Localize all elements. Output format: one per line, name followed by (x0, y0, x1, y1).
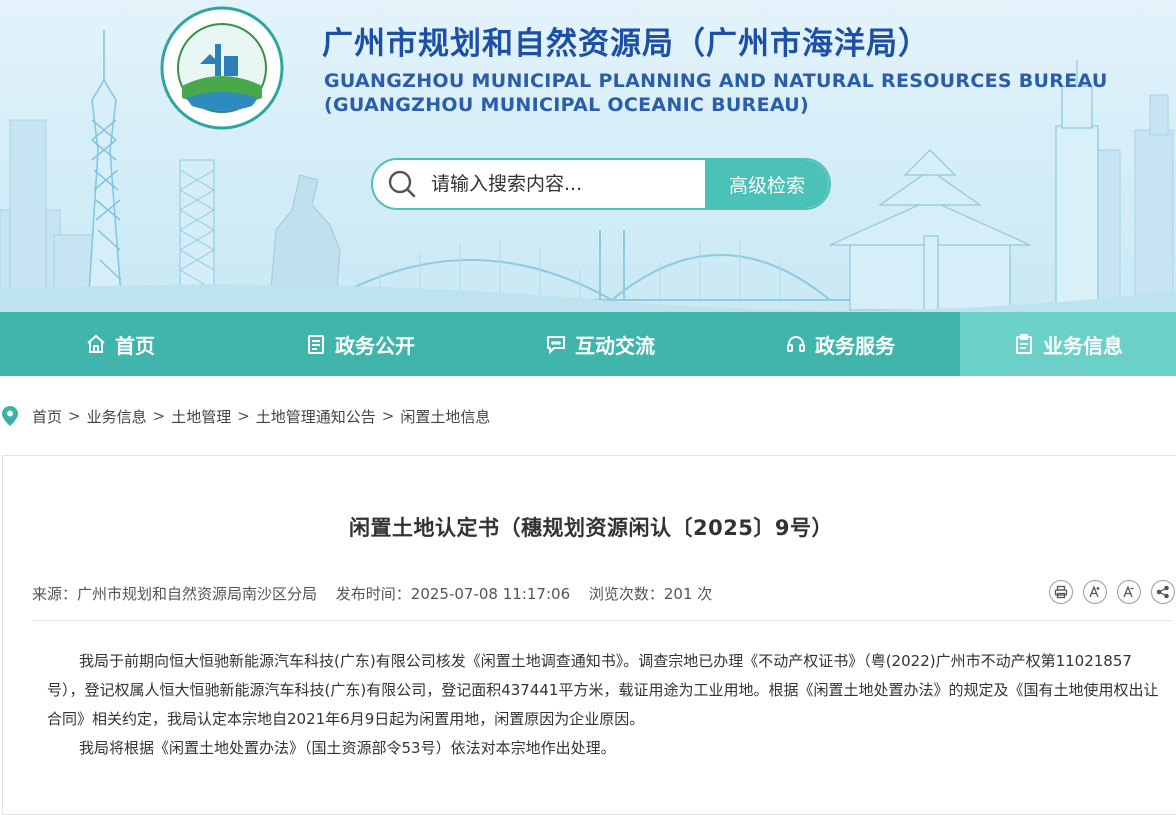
article-body: 我局于前期向恒大恒驰新能源汽车科技(广东)有限公司核发《闲置土地调查通知书》。调… (47, 647, 1169, 763)
nav-label: 业务信息 (1043, 333, 1123, 358)
article-panel: 闲置土地认定书（穗规划资源闲认〔2025〕9号） 来源：广州市规划和自然资源局南… (2, 455, 1176, 815)
chat-icon (547, 336, 565, 355)
divider (32, 620, 1172, 621)
breadcrumb-separator: > (68, 407, 81, 425)
print-icon[interactable] (1049, 580, 1073, 604)
breadcrumb-separator: > (237, 407, 250, 425)
article-title: 闲置土地认定书（穗规划资源闲认〔2025〕9号） (348, 516, 834, 540)
breadcrumb-idle-land-info[interactable]: 闲置土地信息 (400, 406, 490, 427)
site-title: 广州市规划和自然资源局（广州市海洋局） (322, 26, 930, 62)
breadcrumb-home[interactable]: 首页 (32, 406, 62, 427)
nav-label: 政务公开 (335, 333, 415, 358)
search-bar: 高级检索 (371, 158, 831, 210)
nav-item-services[interactable]: 政务服务 (720, 312, 960, 376)
breadcrumb-business-info[interactable]: 业务信息 (87, 406, 147, 427)
breadcrumb-land-management[interactable]: 土地管理 (171, 406, 231, 427)
nav-item-government-affairs[interactable]: 政务公开 (240, 312, 480, 376)
nav-item-home[interactable]: 首页 (0, 312, 240, 376)
clipboard-icon (1016, 334, 1032, 354)
font-increase-icon[interactable] (1083, 580, 1107, 604)
nav-label: 政务服务 (815, 333, 895, 358)
share-icon[interactable] (1151, 580, 1175, 604)
document-icon (308, 335, 324, 354)
nav-item-business-info[interactable]: 业务信息 (960, 312, 1176, 376)
breadcrumb-separator: > (381, 407, 395, 425)
bureau-logo (160, 6, 284, 130)
breadcrumb-land-notices[interactable]: 土地管理通知公告 (256, 406, 376, 427)
header-banner: 广州市规划和自然资源局（广州市海洋局） GUANGZHOU MUNICIPAL … (0, 0, 1176, 312)
main-nav: 首页 政务公开 互动交流 政务服务 业务信息 (0, 312, 1176, 376)
search-icon[interactable] (373, 160, 431, 208)
advanced-search-button[interactable]: 高级检索 (705, 160, 829, 208)
location-pin-icon (2, 406, 26, 426)
article-paragraph: 我局将根据《闲置土地处置办法》（国土资源部令53号）依法对本宗地作出处理。 (79, 739, 616, 757)
nav-label: 首页 (115, 333, 155, 358)
nav-label: 互动交流 (575, 333, 655, 358)
breadcrumb-separator: > (152, 407, 166, 425)
headset-icon (787, 336, 805, 352)
search-input[interactable] (431, 160, 705, 208)
article-paragraph: 我局于前期向恒大恒驰新能源汽车科技(广东)有限公司核发《闲置土地调查通知书》。调… (47, 652, 1159, 728)
font-decrease-icon[interactable] (1117, 580, 1141, 604)
article-source: 来源：广州市规划和自然资源局南沙区分局 (32, 585, 318, 603)
article-publish-time: 发布时间：2025-07-08 11:17:06 (335, 585, 571, 603)
site-subtitle-english: (GUANGZHOU MUNICIPAL OCEANIC BUREAU) (324, 94, 809, 116)
breadcrumb: 首页 > 业务信息 > 土地管理 > 土地管理通知公告 > 闲置土地信息 (0, 400, 490, 432)
nav-item-interaction[interactable]: 互动交流 (480, 312, 720, 376)
site-title-english: GUANGZHOU MUNICIPAL PLANNING AND NATURAL… (324, 70, 1108, 92)
home-icon (87, 334, 105, 353)
article-view-count: 浏览次数：201 次 (588, 585, 713, 603)
article-meta: 来源：广州市规划和自然资源局南沙区分局 发布时间：2025-07-08 11:1… (32, 583, 726, 604)
article-tools (1049, 580, 1175, 604)
